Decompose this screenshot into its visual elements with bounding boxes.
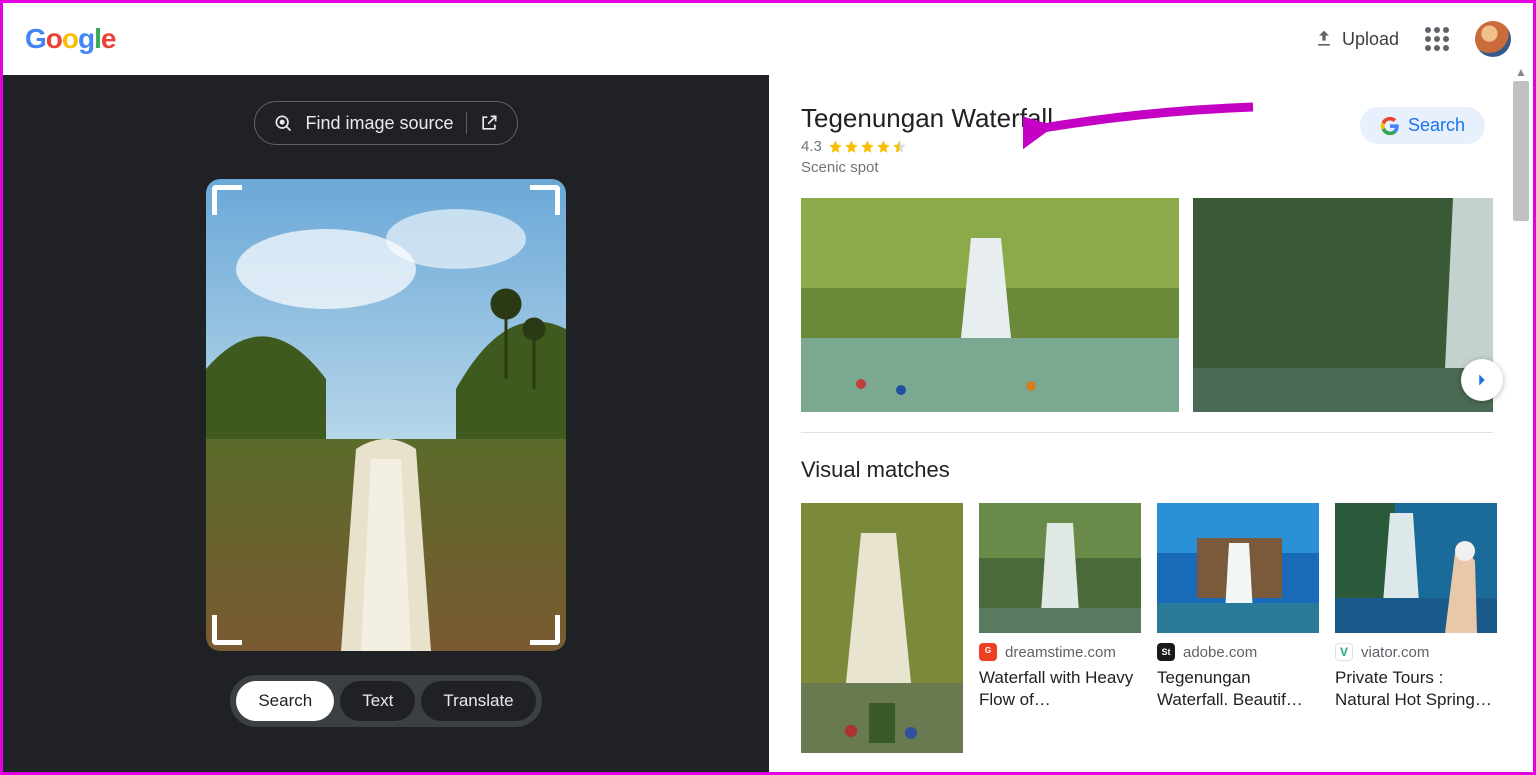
scroll-up-arrow[interactable]: ▲ (1513, 65, 1529, 79)
upload-button[interactable]: Upload (1314, 29, 1399, 50)
lens-mode-tabs: Search Text Translate (230, 675, 541, 727)
vm-card[interactable] (801, 503, 963, 753)
vm-title: Private Tours : Natural Hot Spring… (1335, 667, 1497, 711)
google-g-icon (1380, 116, 1400, 136)
kp-stars (828, 139, 907, 154)
upload-label: Upload (1342, 29, 1399, 50)
kp-image-row (801, 198, 1533, 412)
kp-images-next-button[interactable] (1461, 359, 1503, 401)
vm-thumb (1335, 503, 1497, 633)
crop-handle-br[interactable] (530, 615, 560, 645)
tab-translate[interactable]: Translate (421, 681, 535, 721)
scrollbar-thumb[interactable] (1513, 81, 1529, 221)
results-pane: Tegenungan Waterfall 4.3 Scenic s (769, 75, 1533, 772)
find-image-source-label: Find image source (305, 113, 453, 134)
vm-card[interactable]: ᴳ dreamstime.com Waterfall with Heavy Fl… (979, 503, 1141, 753)
crop-handle-tl[interactable] (212, 185, 242, 215)
crop-handle-tr[interactable] (530, 185, 560, 215)
kp-rating: 4.3 (801, 138, 1053, 155)
vm-card[interactable]: St adobe.com Tegenungan Waterfall. Beaut… (1157, 503, 1319, 753)
query-image[interactable] (206, 179, 566, 651)
kp-subtitle: Scenic spot (801, 159, 1053, 176)
visual-matches-heading: Visual matches (801, 457, 1533, 483)
vm-title: Tegenungan Waterfall. Beautif… (1157, 667, 1319, 711)
account-avatar[interactable] (1475, 21, 1511, 57)
kp-search-button[interactable]: Search (1360, 107, 1485, 144)
kp-image-2[interactable] (1193, 198, 1493, 412)
favicon-icon: ᴳ (979, 643, 997, 661)
visual-matches-grid: ᴳ dreamstime.com Waterfall with Heavy Fl… (801, 503, 1533, 753)
favicon-icon: St (1157, 643, 1175, 661)
chevron-right-icon (1471, 369, 1493, 391)
vm-thumb (979, 503, 1141, 633)
vm-source: ᴳ dreamstime.com (979, 643, 1141, 661)
vm-thumb (801, 503, 963, 753)
query-image-content (206, 179, 566, 651)
vm-source: St adobe.com (1157, 643, 1319, 661)
kp-image-1[interactable] (801, 198, 1179, 412)
lens-image-pane: Find image source (3, 75, 769, 772)
tab-text[interactable]: Text (340, 681, 415, 721)
header: Google Upload (3, 3, 1533, 75)
kp-search-label: Search (1408, 115, 1465, 136)
open-external-icon[interactable] (479, 113, 499, 133)
lens-icon (273, 113, 293, 133)
vm-card[interactable]: V viator.com Private Tours : Natural Hot… (1335, 503, 1497, 753)
upload-icon (1314, 29, 1334, 49)
google-logo[interactable]: Google (25, 23, 115, 55)
kp-rating-value: 4.3 (801, 138, 822, 155)
vm-source: V viator.com (1335, 643, 1497, 661)
crop-handle-bl[interactable] (212, 615, 242, 645)
vm-thumb (1157, 503, 1319, 633)
find-image-source-button[interactable]: Find image source (254, 101, 517, 145)
favicon-icon: V (1335, 643, 1353, 661)
tab-search[interactable]: Search (236, 681, 334, 721)
apps-grid-icon[interactable] (1425, 27, 1449, 51)
kp-title[interactable]: Tegenungan Waterfall (801, 103, 1053, 134)
vm-title: Waterfall with Heavy Flow of… (979, 667, 1141, 711)
